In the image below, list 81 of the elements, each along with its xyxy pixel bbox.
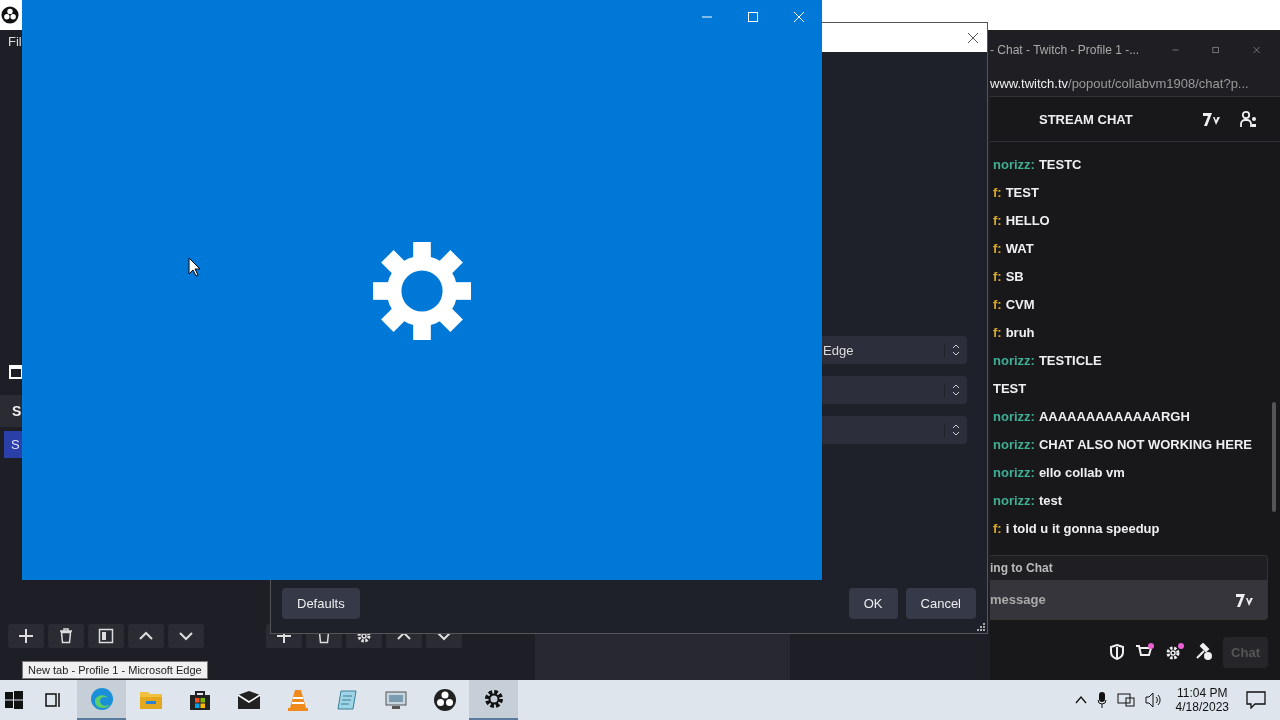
chat-username[interactable]: f: (993, 240, 1002, 256)
chat-message: CHAT ALSO NOT WORKING HERE (1038, 436, 1252, 452)
cone-icon (286, 688, 309, 712)
chat-message: test (1038, 492, 1062, 508)
panel-header: S (0, 395, 22, 427)
logo-icon (432, 688, 457, 712)
chat-message: SB (1005, 268, 1024, 284)
chat-message: WAT (1005, 240, 1034, 256)
monitor-icon (383, 689, 408, 711)
chat-username[interactable]: norizz: (993, 492, 1035, 508)
chat-message: TEST (1005, 184, 1039, 200)
defaults-button[interactable]: Defaults (282, 588, 360, 619)
chat-username[interactable]: f: (993, 212, 1002, 228)
menu-item[interactable]: Fil (8, 34, 22, 49)
chat-username[interactable]: norizz: (993, 436, 1035, 452)
message-field[interactable]: message (990, 588, 1235, 611)
resize-grip-icon[interactable] (977, 623, 985, 631)
chat-status: ing to Chat (990, 560, 1054, 577)
emote-icon[interactable] (1235, 591, 1255, 608)
cursor-icon (188, 257, 201, 277)
mail-icon (236, 690, 261, 710)
chat-username[interactable]: norizz: (993, 408, 1035, 424)
chat-username[interactable]: norizz: (993, 352, 1035, 368)
tooltip: New tab - Profile 1 - Microsoft Edge (22, 661, 208, 679)
settings-icon (482, 688, 505, 710)
clock-date[interactable]: 4/18/2023 (1175, 700, 1229, 714)
emote-icon[interactable] (1201, 111, 1222, 127)
trash-icon[interactable] (48, 624, 84, 648)
chat-message: ello collab vm (1038, 464, 1125, 480)
dropdown[interactable] (819, 416, 967, 444)
filter-icon[interactable] (88, 624, 124, 648)
start-icon[interactable] (5, 691, 23, 709)
store-icon (187, 689, 212, 711)
cancel-button[interactable]: Cancel (905, 588, 976, 619)
users-icon[interactable] (1239, 110, 1258, 128)
chat-username[interactable]: f: (993, 296, 1002, 312)
chat-input-bar[interactable]: message (990, 580, 1267, 619)
chat-message: bruh (1005, 324, 1035, 340)
chat-message: TEST (993, 380, 1027, 396)
chat-username[interactable]: f: (993, 324, 1002, 340)
browser-icon (89, 687, 114, 711)
chat-username[interactable]: norizz: (993, 156, 1035, 172)
chat-message: i told u it gonna speedup (1005, 520, 1160, 536)
task-view-icon (42, 690, 63, 710)
chat-message: CVM (1005, 296, 1035, 312)
down-icon[interactable] (168, 624, 204, 648)
microphone-icon[interactable] (1096, 691, 1107, 709)
volume-icon[interactable] (1144, 692, 1163, 708)
chat-message: AAAAAAAAAAAAARGH (1038, 408, 1190, 424)
clock-time[interactable]: 11:04 PM (1177, 686, 1228, 700)
chat-message: HELLO (1005, 212, 1050, 228)
taskbar-button[interactable] (469, 680, 518, 720)
window-icon (9, 365, 23, 379)
close-icon[interactable] (967, 31, 979, 44)
notepad-icon (334, 689, 359, 711)
gear-icon[interactable] (1165, 643, 1186, 661)
chat-username[interactable]: f: (993, 184, 1002, 200)
up-icon[interactable] (128, 624, 164, 648)
ok-button[interactable]: OK (848, 588, 898, 619)
scrollbar[interactable] (1272, 402, 1276, 512)
network-icon[interactable] (1116, 692, 1135, 708)
chat-username[interactable]: f: (993, 268, 1002, 284)
address-bar[interactable]: www.twitch.tv/popout/collabvm1908/chat?p... (990, 70, 1280, 97)
chat-username[interactable]: norizz: (993, 464, 1035, 480)
chevron-up-icon[interactable] (1074, 695, 1087, 705)
scene-item[interactable]: S (4, 431, 22, 458)
gear-icon (373, 242, 471, 340)
notification-icon[interactable] (1246, 691, 1266, 709)
chat-username[interactable]: f: (993, 520, 1002, 536)
shield-icon[interactable] (1109, 644, 1126, 660)
maximize-icon[interactable] (1212, 44, 1220, 56)
chat-message: TESTICLE (1038, 352, 1102, 368)
add-icon[interactable] (8, 624, 44, 648)
chat-message: TESTC (1038, 156, 1082, 172)
window-title: - Chat - Twitch - Profile 1 -... (990, 43, 1140, 57)
hammer-icon[interactable] (1195, 643, 1214, 661)
chat-header: STREAM CHAT (1039, 111, 1133, 127)
folder-icon (138, 689, 163, 711)
dropdown[interactable]: Edge (819, 336, 967, 364)
dropdown[interactable] (819, 376, 967, 404)
maximize-icon[interactable] (747, 11, 759, 23)
